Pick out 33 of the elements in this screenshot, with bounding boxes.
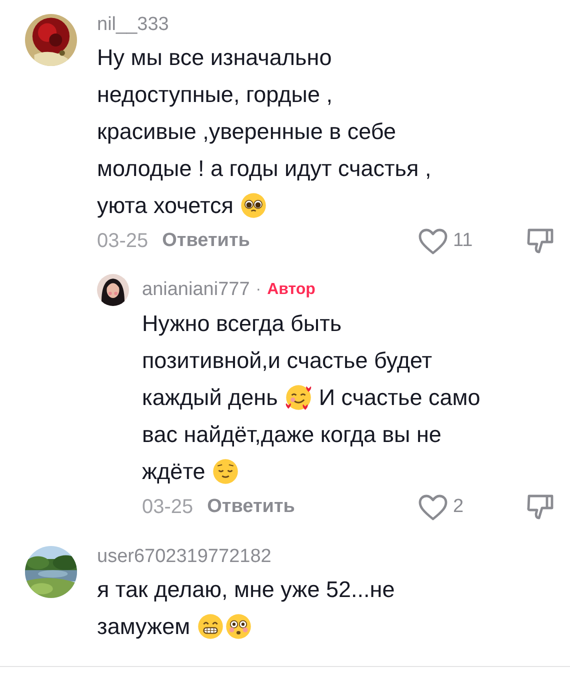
comment-date: 03-25 [97, 229, 148, 254]
thumbs-down-icon[interactable] [525, 226, 555, 256]
author-label: Автор [267, 280, 316, 300]
relieved-emoji-icon [212, 458, 240, 485]
pleading-emoji-icon [240, 192, 268, 219]
comment-text: недоступные, гордые , [97, 81, 332, 109]
flushed-emoji-icon [225, 613, 252, 640]
like-count: 11 [453, 228, 474, 253]
separator-dot: · [256, 280, 262, 300]
comment-text: молодые ! а годы идут счастья , [97, 155, 432, 183]
username[interactable]: nil__333 [97, 14, 169, 36]
comment-date: 03-25 [142, 495, 194, 520]
comment-text: Нужно всегда быть [142, 310, 342, 338]
heart-icon[interactable] [417, 492, 449, 522]
comment-text: позитивной,и счастье будет [142, 347, 432, 375]
like-count: 2 [453, 494, 465, 519]
comment-text: замужем [97, 613, 190, 641]
thumbs-down-icon[interactable] [525, 492, 555, 522]
comment-text: Ну мы все изначально [97, 44, 332, 72]
comment-text: И счастье само [318, 384, 480, 412]
username[interactable]: anianiani777 [142, 279, 250, 301]
reply-button[interactable]: Ответить [207, 492, 295, 522]
comment-text: каждый день [142, 384, 278, 412]
comment-text: ждёте [142, 458, 206, 486]
reply-button[interactable]: Ответить [162, 226, 250, 256]
username[interactable]: user6702319772182 [97, 546, 272, 568]
comment-text: красивые ,уверенные в себе [97, 118, 396, 146]
comment-text: я так делаю, мне уже 52...не [97, 576, 395, 604]
grin-emoji-icon [197, 613, 224, 640]
hearts-emoji-icon [284, 384, 312, 411]
heart-icon[interactable] [417, 226, 449, 256]
comment-text: уюта хочется [97, 192, 234, 220]
comment-text: вас найдёт,даже когда вы не [142, 421, 442, 449]
